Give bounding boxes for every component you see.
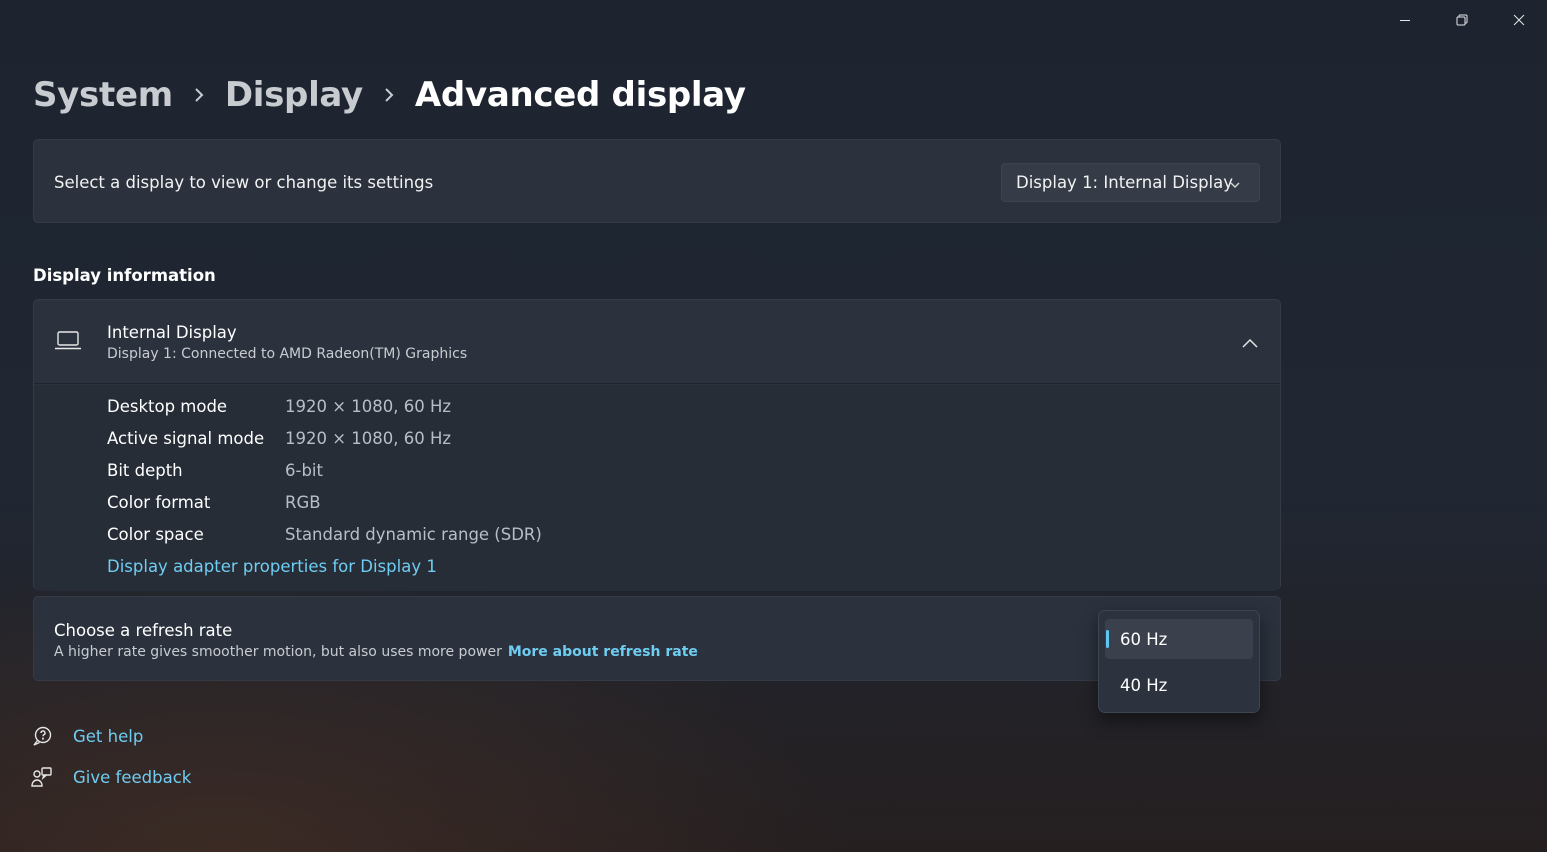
restore-button[interactable] (1433, 0, 1490, 40)
get-help-link[interactable]: Get help (31, 723, 143, 749)
refresh-rate-description: A higher rate gives smoother motion, but… (54, 644, 698, 660)
minimize-icon (1399, 20, 1410, 21)
breadcrumb: System Display Advanced display (33, 70, 746, 120)
give-feedback-link[interactable]: Give feedback (31, 764, 191, 790)
display-connection: Display 1: Connected to AMD Radeon(TM) G… (107, 346, 468, 362)
info-row-color-space: Color space Standard dynamic range (SDR) (107, 525, 542, 551)
display-select-value: Display 1: Internal Display (1016, 173, 1234, 192)
restore-icon (1456, 14, 1467, 26)
section-title-display-information: Display information (33, 266, 216, 285)
info-label: Desktop mode (107, 397, 228, 416)
select-display-card: Select a display to view or change its s… (33, 139, 1281, 223)
more-about-refresh-rate-link[interactable]: More about refresh rate (508, 644, 698, 660)
info-row-bit-depth: Bit depth 6-bit (107, 461, 323, 487)
help-chat-icon (31, 725, 73, 747)
chevron-right-icon (173, 87, 225, 103)
chevron-right-icon (363, 87, 415, 103)
info-label: Active signal mode (107, 429, 265, 448)
feedback-icon (31, 766, 73, 788)
get-help-label: Get help (73, 726, 144, 746)
refresh-rate-description-text: A higher rate gives smoother motion, but… (54, 644, 502, 660)
refresh-rate-dropdown: 60 Hz 40 Hz (1098, 610, 1260, 713)
breadcrumb-display[interactable]: Display (225, 75, 363, 115)
refresh-rate-title: Choose a refresh rate (54, 621, 233, 640)
info-label: Color format (107, 493, 211, 512)
info-value: RGB (285, 493, 321, 512)
laptop-icon (54, 330, 82, 356)
select-display-label: Select a display to view or change its s… (54, 173, 434, 192)
close-button[interactable] (1490, 0, 1547, 40)
close-icon (1513, 14, 1524, 26)
info-row-desktop-mode: Desktop mode 1920 × 1080, 60 Hz (107, 397, 451, 423)
display-select-combobox[interactable]: Display 1: Internal Display (1001, 163, 1260, 202)
info-label: Bit depth (107, 461, 183, 480)
display-name: Internal Display (107, 323, 237, 342)
display-information-header[interactable]: Internal Display Display 1: Connected to… (34, 300, 1280, 384)
info-value: 6-bit (285, 461, 323, 480)
display-adapter-properties-link[interactable]: Display adapter properties for Display 1 (107, 557, 437, 576)
breadcrumb-system[interactable]: System (33, 75, 173, 115)
give-feedback-label: Give feedback (73, 767, 192, 787)
chevron-down-icon (1229, 176, 1241, 195)
window-caption-buttons (1376, 0, 1547, 40)
refresh-rate-card: Choose a refresh rate A higher rate give… (33, 596, 1281, 681)
info-row-color-format: Color format RGB (107, 493, 321, 519)
info-label: Color space (107, 525, 204, 544)
info-value: 1920 × 1080, 60 Hz (285, 397, 452, 416)
display-information-card: Internal Display Display 1: Connected to… (33, 299, 1281, 591)
refresh-rate-option-selected[interactable]: 60 Hz (1105, 619, 1253, 659)
page-title: Advanced display (414, 75, 746, 115)
minimize-button[interactable] (1376, 0, 1433, 40)
refresh-rate-option[interactable]: 40 Hz (1105, 665, 1253, 705)
info-row-active-signal-mode: Active signal mode 1920 × 1080, 60 Hz (107, 429, 451, 455)
info-value: Standard dynamic range (SDR) (285, 525, 542, 544)
chevron-up-icon[interactable] (1242, 334, 1258, 353)
info-value: 1920 × 1080, 60 Hz (285, 429, 452, 448)
display-information-details: Desktop mode 1920 × 1080, 60 Hz Active s… (34, 385, 1280, 591)
